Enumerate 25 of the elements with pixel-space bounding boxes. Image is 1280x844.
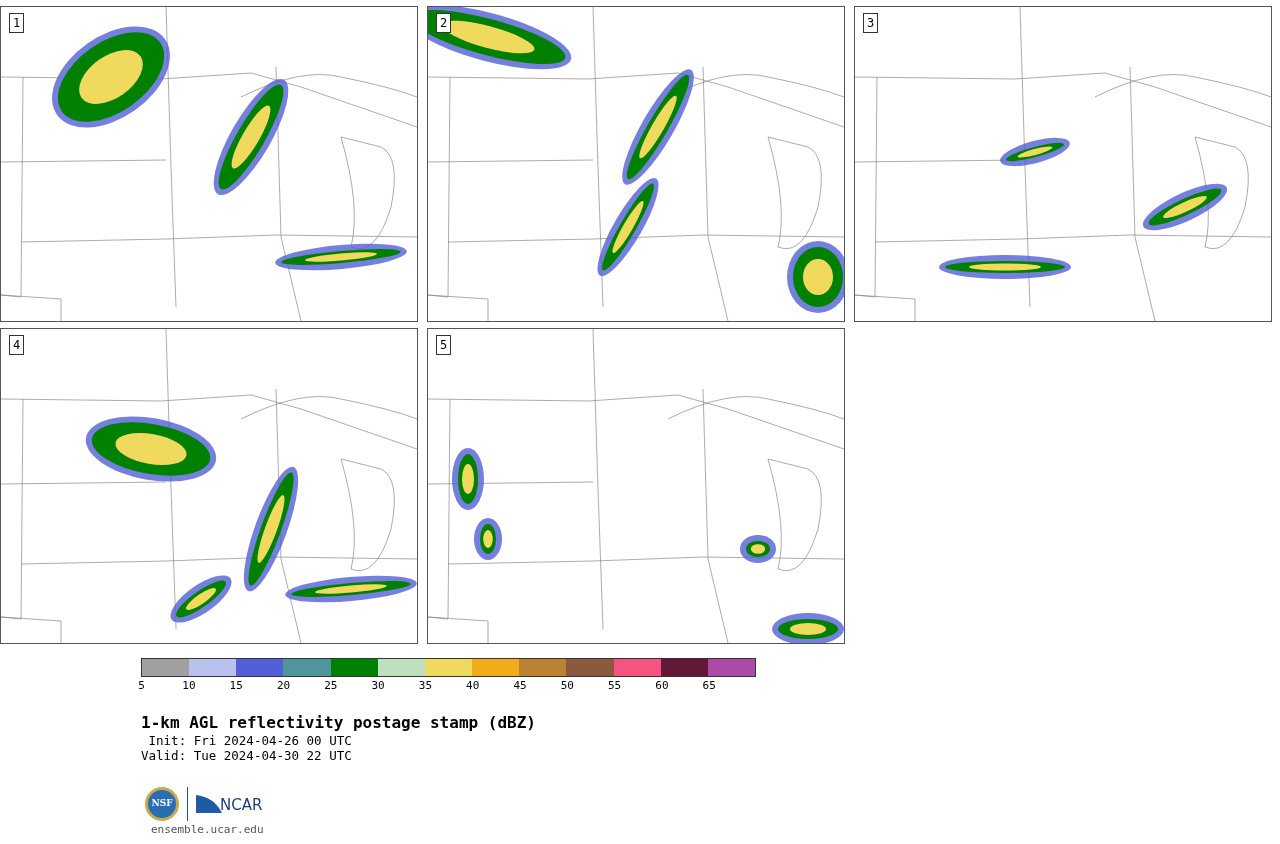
tick-label: 10 [182,679,196,693]
tick-label: 35 [418,679,433,693]
chart-title: 1-km AGL reflectivity postage stamp (dBZ) [141,713,536,733]
tick-label: 50 [560,679,574,693]
tick-label: 15 [229,679,243,693]
ncar-logo: NCAR [196,795,263,813]
tick-label: 40 [466,679,480,693]
swoosh-icon [196,795,222,813]
tick-label: 45 [513,679,527,693]
tick-label: 5 [138,679,145,693]
tick-label: 55 [608,679,622,693]
valid-time: Valid: Tue 2024-04-30 22 UTC [141,748,352,763]
init-time: Init: Fri 2024-04-26 00 UTC [147,733,352,748]
website-url: ensemble.ucar.edu [151,823,265,836]
tick-label: 20 [276,679,291,693]
panel-number: 3 [863,13,879,33]
panel-number: 1 [9,13,25,33]
tick-label: 25 [324,679,338,693]
tick-label: 60 [655,679,669,693]
panel-number: 5 [436,335,452,355]
nsf-logo: NSF [145,787,179,821]
panel-number: 4 [9,335,25,355]
tick-label: 30 [371,679,385,693]
panel-number: 2 [436,13,452,33]
tick-label: 65 [702,679,716,693]
